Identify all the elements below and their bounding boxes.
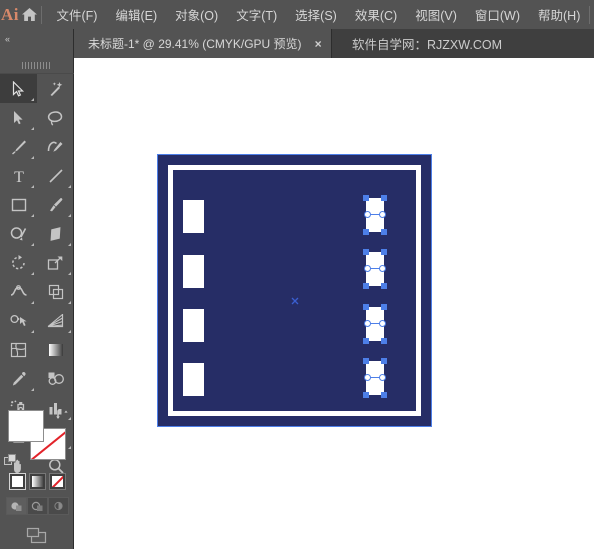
selection-bounding-box bbox=[157, 154, 432, 427]
tool-mesh-tool[interactable] bbox=[0, 335, 37, 364]
tool-rotate-tool[interactable] bbox=[0, 248, 37, 277]
tool-expand-corner-icon bbox=[31, 156, 34, 159]
menu-item-help[interactable]: 帮助(H) bbox=[529, 0, 589, 29]
tool-expand-corner-icon bbox=[68, 185, 71, 188]
tools-panel: T bbox=[0, 58, 74, 549]
tool-expand-corner-icon bbox=[68, 330, 71, 333]
tools-panel-drag-handle[interactable] bbox=[0, 58, 74, 74]
menu-item-edit[interactable]: 编辑(E) bbox=[106, 0, 166, 29]
tool-expand-corner-icon bbox=[31, 98, 34, 101]
tool-selection-tool[interactable] bbox=[0, 74, 37, 103]
fill-swatch[interactable] bbox=[8, 410, 44, 442]
gradient-mode-button[interactable] bbox=[29, 473, 46, 490]
svg-text:T: T bbox=[14, 169, 24, 184]
tool-expand-corner-icon bbox=[31, 127, 34, 130]
tool-rectangle-tool[interactable] bbox=[0, 190, 37, 219]
tool-blend-tool[interactable] bbox=[37, 364, 74, 393]
tool-shaper-tool[interactable] bbox=[0, 219, 37, 248]
menu-item-list: 文件(F) 编辑(E) 对象(O) 文字(T) 选择(S) 效果(C) 视图(V… bbox=[48, 0, 590, 29]
illustrator-window: Ai 文件(F) 编辑(E) 对象(O) 文字(T) 选择(S) 效果(C) 视… bbox=[0, 0, 594, 549]
canvas-area[interactable] bbox=[75, 58, 594, 549]
ai-logo: Ai bbox=[1, 4, 20, 24]
default-fill-stroke-icon[interactable] bbox=[4, 454, 17, 467]
swap-fill-stroke-icon[interactable] bbox=[55, 407, 69, 421]
artwork-filmstrip[interactable] bbox=[157, 154, 432, 427]
document-tab-title: 未标题-1* @ 29.41% (CMYK/GPU 预览) bbox=[88, 37, 302, 51]
tool-scale-tool[interactable] bbox=[37, 248, 74, 277]
tool-expand-corner-icon bbox=[31, 214, 34, 217]
menu-item-effect[interactable]: 效果(C) bbox=[346, 0, 406, 29]
tool-expand-corner-icon bbox=[31, 243, 34, 246]
tool-expand-corner-icon bbox=[68, 272, 71, 275]
menu-item-view[interactable]: 视图(V) bbox=[406, 0, 466, 29]
tool-expand-corner-icon bbox=[68, 301, 71, 304]
menu-item-select[interactable]: 选择(S) bbox=[286, 0, 346, 29]
none-mode-icon bbox=[52, 476, 63, 487]
menu-item-file[interactable]: 文件(F) bbox=[48, 0, 107, 29]
menu-end-divider bbox=[589, 5, 590, 24]
color-mode-button[interactable] bbox=[9, 473, 26, 490]
tool-eraser-tool[interactable] bbox=[37, 219, 74, 248]
tab-bar-panel-header: « bbox=[0, 29, 74, 58]
tool-line-segment-tool[interactable] bbox=[37, 161, 74, 190]
collapse-panel-icon[interactable]: « bbox=[5, 35, 10, 44]
tool-expand-corner-icon bbox=[31, 388, 34, 391]
draw-inside-button[interactable] bbox=[48, 497, 69, 515]
tool-curvature-tool[interactable] bbox=[37, 132, 74, 161]
grip-dots-icon bbox=[22, 62, 52, 69]
paint-mode-buttons bbox=[9, 473, 66, 490]
home-icon[interactable] bbox=[20, 0, 39, 29]
tool-expand-corner-icon bbox=[31, 330, 34, 333]
close-icon[interactable]: × bbox=[315, 38, 322, 50]
tool-direct-selection-tool[interactable] bbox=[0, 103, 37, 132]
menu-divider bbox=[40, 5, 42, 24]
tool-expand-corner-icon bbox=[68, 214, 71, 217]
tool-expand-corner-icon bbox=[31, 301, 34, 304]
tool-perspective-grid-tool[interactable] bbox=[37, 306, 74, 335]
tool-gradient-tool[interactable] bbox=[37, 335, 74, 364]
tool-type-tool[interactable]: T bbox=[0, 161, 37, 190]
tool-width-tool[interactable] bbox=[0, 277, 37, 306]
menu-item-type[interactable]: 文字(T) bbox=[227, 0, 286, 29]
tool-expand-corner-icon bbox=[31, 185, 34, 188]
tool-pen-tool[interactable] bbox=[0, 132, 37, 161]
draw-behind-button[interactable] bbox=[27, 497, 48, 515]
tool-expand-corner-icon bbox=[31, 272, 34, 275]
menu-bar: Ai 文件(F) 编辑(E) 对象(O) 文字(T) 选择(S) 效果(C) 视… bbox=[0, 0, 594, 29]
tool-shape-builder-tool[interactable] bbox=[0, 306, 37, 335]
menu-item-window[interactable]: 窗口(W) bbox=[466, 0, 529, 29]
tool-eyedropper-tool[interactable] bbox=[0, 364, 37, 393]
screen-mode-button[interactable] bbox=[0, 523, 74, 547]
color-mode-icon bbox=[12, 476, 23, 487]
draw-mode-buttons bbox=[6, 497, 69, 515]
color-controls bbox=[0, 405, 74, 549]
tool-lasso-tool[interactable] bbox=[37, 103, 74, 132]
document-tab-bar: « 未标题-1* @ 29.41% (CMYK/GPU 预览) × 软件自学网：… bbox=[0, 29, 594, 58]
menu-item-object[interactable]: 对象(O) bbox=[166, 0, 227, 29]
tool-expand-corner-icon bbox=[68, 243, 71, 246]
none-mode-button[interactable] bbox=[49, 473, 66, 490]
document-tab[interactable]: 未标题-1* @ 29.41% (CMYK/GPU 预览) × bbox=[74, 29, 332, 58]
tool-magic-wand-tool[interactable] bbox=[37, 74, 74, 103]
gradient-mode-icon bbox=[32, 476, 43, 487]
draw-normal-button[interactable] bbox=[6, 497, 27, 515]
tool-free-transform-tool[interactable] bbox=[37, 277, 74, 306]
watermark-text: 软件自学网：RJZXW.COM bbox=[352, 38, 502, 52]
fill-stroke-control bbox=[4, 409, 68, 466]
tool-paintbrush-tool[interactable] bbox=[37, 190, 74, 219]
